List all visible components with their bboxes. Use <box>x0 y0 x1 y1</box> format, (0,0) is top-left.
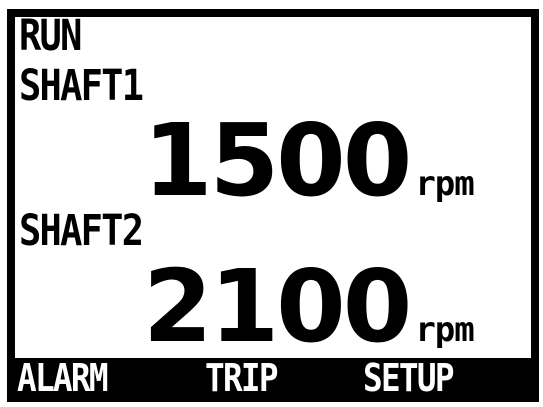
lcd-display: RUN SHAFT1 1500 rpm SHAFT2 2100 rpm ALARM … <box>7 9 539 402</box>
trip-softkey[interactable]: TRIP <box>205 359 279 394</box>
shaft1-reading: 1500 rpm <box>143 111 475 211</box>
shaft1-speed-value: 1500 <box>143 102 412 219</box>
mode-indicator: RUN <box>19 11 82 61</box>
setup-softkey[interactable]: SETUP <box>363 359 455 394</box>
softkey-bar: ALARM TRIP SETUP <box>15 358 531 394</box>
shaft2-speed-value: 2100 <box>143 248 412 365</box>
shaft2-label: SHAFT2 <box>19 206 144 256</box>
alarm-softkey[interactable]: ALARM <box>17 359 109 394</box>
shaft1-label: SHAFT1 <box>19 61 144 111</box>
shaft1-speed-unit: rpm <box>415 164 474 204</box>
shaft2-speed-unit: rpm <box>415 310 474 350</box>
shaft2-reading: 2100 rpm <box>143 257 475 357</box>
